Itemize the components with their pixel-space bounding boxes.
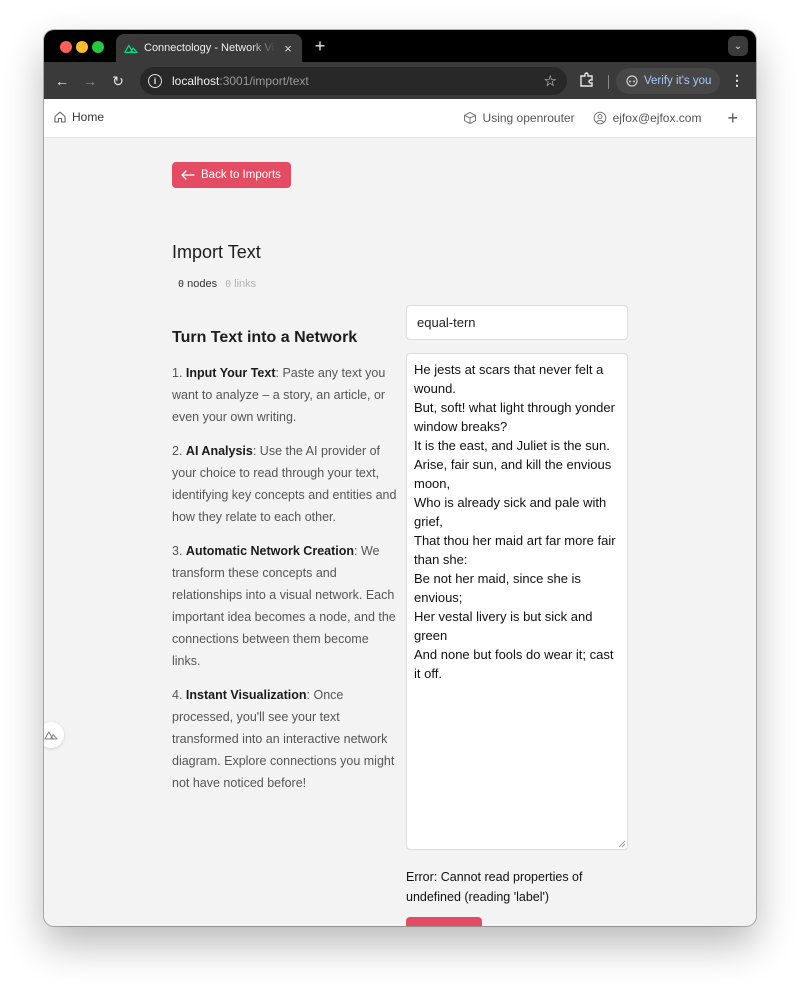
home-icon [54,111,66,123]
browser-window: Connectology - Network Visualization × +… [44,30,756,926]
user-email: ejfox@ejfox.com [612,111,702,125]
navbar-right: Using openrouter ejfox@ejfox.com + [463,109,756,127]
maximize-window-button[interactable] [92,41,104,53]
tab-title: Connectology - Network Visualization [144,42,276,54]
arrow-left-icon [181,170,195,180]
verify-identity-button[interactable]: Verify it's you [616,68,720,94]
close-window-button[interactable] [60,41,72,53]
cube-icon [463,112,476,124]
user-menu[interactable]: ejfox@ejfox.com [593,111,702,125]
app-navbar: Home Using openrouter ejfox@ejfox.com + [44,99,756,138]
graph-counts: 0 nodes 0 links [178,278,256,290]
main-content: Back to Imports Import Text 0 nodes 0 li… [44,138,756,926]
devtools-toggle[interactable] [44,722,64,748]
reload-icon[interactable]: ↻ [108,71,128,91]
error-message: Error: Cannot read properties of undefin… [406,870,583,904]
toolbar-divider [608,75,609,89]
url-path: :3001/import/text [219,74,309,88]
user-circle-icon [593,111,606,125]
home-link[interactable]: Home [53,110,104,124]
back-arrow-icon[interactable]: ← [52,71,72,91]
address-bar[interactable]: i localhost:3001/import/text ☆ [140,67,567,95]
step-item: 2. AI Analysis: Use the AI provider of y… [172,444,397,524]
links-count: 0 links [225,278,257,290]
extensions-icon[interactable] [578,71,596,89]
text-input-area[interactable]: He jests at scars that never felt a woun… [406,353,628,850]
nodes-count: 0 nodes [178,278,218,290]
incognito-icon [626,75,638,87]
add-button[interactable]: + [727,109,738,127]
home-label: Home [72,110,105,124]
section-title: Turn Text into a Network [172,329,358,346]
resize-handle-icon[interactable] [618,840,626,848]
back-to-imports-button[interactable]: Back to Imports [172,162,291,188]
close-icon[interactable]: × [282,41,294,56]
provider-indicator[interactable]: Using openrouter [463,111,575,125]
step-item: 4. Instant Visualization: Once processed… [172,688,395,790]
tab-search-button[interactable]: ⌄ [728,36,748,56]
step-item: 1. Input Your Text: Paste any text you w… [172,366,386,424]
submit-button[interactable] [406,917,482,926]
provider-label: Using openrouter [482,111,575,125]
star-icon[interactable]: ☆ [544,72,557,90]
steps-list: 1. Input Your Text: Paste any text you w… [172,362,400,794]
nuxt-logo-icon [124,44,138,53]
network-name-input[interactable] [406,305,628,340]
url-host: localhost [172,74,220,88]
browser-toolbar: ← → ↻ i localhost:3001/import/text ☆ Ver… [44,62,756,99]
new-tab-button[interactable]: + [310,36,330,56]
browser-tab[interactable]: Connectology - Network Visualization × [116,34,302,62]
forward-arrow-icon[interactable]: → [80,71,100,91]
tab-strip: Connectology - Network Visualization × +… [44,30,756,62]
minimize-window-button[interactable] [76,41,88,53]
nuxt-logo-icon [44,731,58,740]
back-to-imports-label: Back to Imports [201,169,281,181]
browser-menu-icon[interactable]: ⋮ [730,70,744,90]
step-item: 3. Automatic Network Creation: We transf… [172,544,396,668]
verify-label: Verify it's you [644,75,712,87]
info-icon[interactable]: i [148,74,162,88]
page-title: Import Text [172,242,261,262]
